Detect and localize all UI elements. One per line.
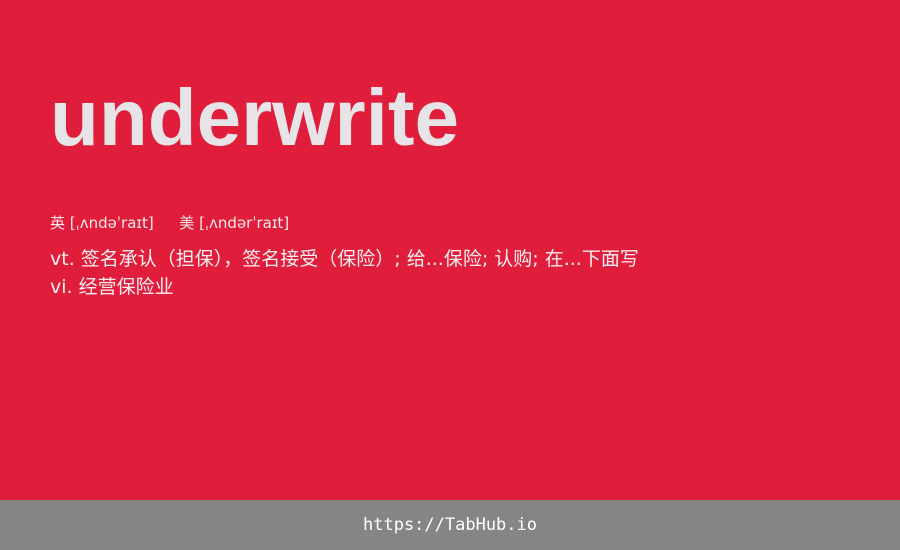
definitions-list: vt. 签名承认（担保），签名接受（保险）; 给...保险; 认购; 在...下… [50, 245, 639, 301]
headword: underwrite [50, 73, 459, 162]
uk-phonetic: [ˌʌndəˈraɪt] [69, 214, 154, 232]
pronunciation-row: 英 [ˌʌndəˈraɪt] 美 [ˌʌndərˈraɪt] [50, 212, 289, 234]
word-card: underwrite 英 [ˌʌndəˈraɪt] 美 [ˌʌndərˈraɪt… [0, 0, 900, 500]
us-phonetic: [ˌʌndərˈraɪt] [199, 214, 290, 232]
footer-bar: https://TabHub.io [0, 500, 900, 550]
tabhub-link[interactable]: https://TabHub.io [363, 515, 537, 535]
us-label: 美 [179, 214, 195, 232]
definition-verb-transitive: vt. 签名承认（担保），签名接受（保险）; 给...保险; 认购; 在...下… [50, 248, 639, 270]
uk-label: 英 [50, 214, 66, 232]
definition-verb-intransitive: vi. 经营保险业 [50, 276, 174, 298]
